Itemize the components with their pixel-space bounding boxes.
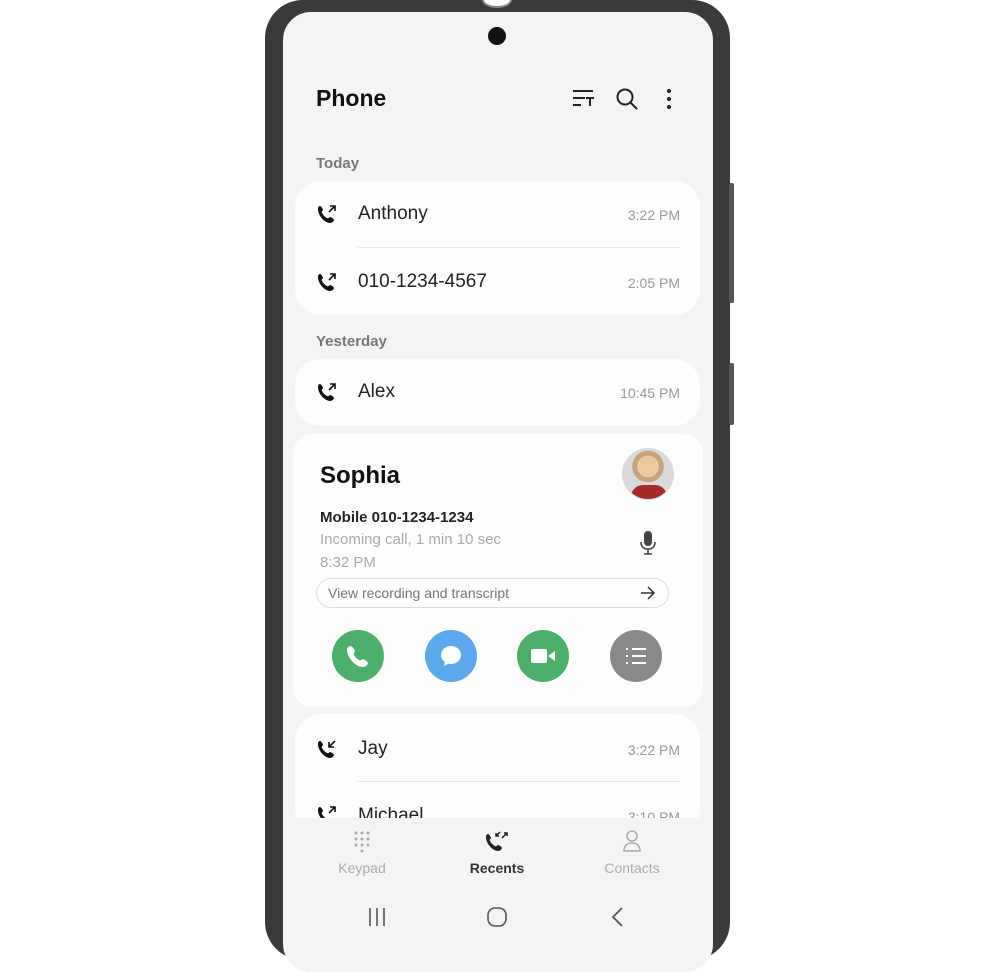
- video-call-icon: [531, 649, 555, 663]
- nav-label: Contacts: [604, 860, 660, 876]
- call-log-row[interactable]: Jay 3:22 PM: [295, 716, 700, 782]
- avatar[interactable]: [622, 448, 674, 500]
- video-call-button[interactable]: [517, 630, 569, 682]
- outgoing-call-icon: [318, 383, 336, 401]
- call-icon: [347, 646, 368, 667]
- call-time: 3:22 PM: [627, 207, 680, 223]
- call-time: 3:22 PM: [627, 742, 680, 758]
- outgoing-call-icon: [318, 806, 336, 819]
- contact-name: Anthony: [358, 203, 428, 224]
- outgoing-call-icon: [318, 273, 336, 291]
- microphone-icon[interactable]: [639, 530, 657, 556]
- call-button[interactable]: [332, 630, 384, 682]
- recents-icon: [486, 831, 508, 851]
- front-camera: [488, 27, 506, 45]
- call-log-row[interactable]: Anthony 3:22 PM: [295, 181, 700, 247]
- details-button[interactable]: [610, 630, 662, 682]
- phone-number: Mobile 010-1234-1234: [320, 509, 474, 526]
- expanded-call-card: Sophia Mobile 010-1234-1234 Incoming cal…: [293, 434, 703, 707]
- section-header-yesterday: Yesterday: [316, 333, 387, 350]
- volume-button: [729, 183, 734, 303]
- arrow-right-icon: [641, 586, 656, 600]
- call-time: 10:45 PM: [620, 385, 680, 401]
- filter-icon[interactable]: [572, 88, 594, 108]
- call-time: 2:05 PM: [627, 275, 680, 291]
- more-icon[interactable]: [666, 88, 672, 110]
- contacts-icon: [623, 830, 641, 852]
- outgoing-call-icon: [318, 205, 336, 223]
- call-time: 8:32 PM: [320, 554, 376, 571]
- back-icon[interactable]: [610, 906, 624, 928]
- message-icon: [441, 646, 461, 666]
- nav-contacts[interactable]: Contacts: [582, 826, 682, 878]
- power-button: [729, 363, 734, 425]
- details-icon: [626, 648, 646, 664]
- page-title: Phone: [316, 85, 387, 111]
- contact-name: Alex: [358, 381, 395, 402]
- contact-name: Sophia: [320, 462, 401, 489]
- nav-label: Keypad: [338, 860, 386, 876]
- view-recording-label: View recording and transcript: [328, 585, 510, 601]
- recent-apps-icon[interactable]: [367, 907, 387, 927]
- keypad-icon: [354, 831, 370, 853]
- call-log-row[interactable]: 010-1234-4567 2:05 PM: [295, 249, 700, 315]
- section-header-today: Today: [316, 155, 360, 172]
- call-detail: Incoming call, 1 min 10 sec: [320, 531, 501, 548]
- message-button[interactable]: [425, 630, 477, 682]
- nav-recents[interactable]: Recents: [447, 826, 547, 878]
- call-log-row[interactable]: Michael 3:10 PM: [295, 783, 700, 819]
- divider: [358, 781, 680, 782]
- search-icon[interactable]: [615, 87, 639, 111]
- contact-name: Michael: [358, 805, 424, 819]
- contact-name: Jay: [358, 738, 388, 759]
- view-recording-button[interactable]: View recording and transcript: [316, 578, 669, 608]
- home-icon[interactable]: [486, 906, 508, 928]
- contact-name: 010-1234-4567: [358, 271, 487, 292]
- call-log-row[interactable]: Alex 10:45 PM: [295, 359, 700, 426]
- divider: [358, 247, 680, 248]
- incoming-call-icon: [318, 740, 336, 758]
- nav-keypad[interactable]: Keypad: [312, 826, 412, 878]
- nav-label: Recents: [469, 860, 525, 876]
